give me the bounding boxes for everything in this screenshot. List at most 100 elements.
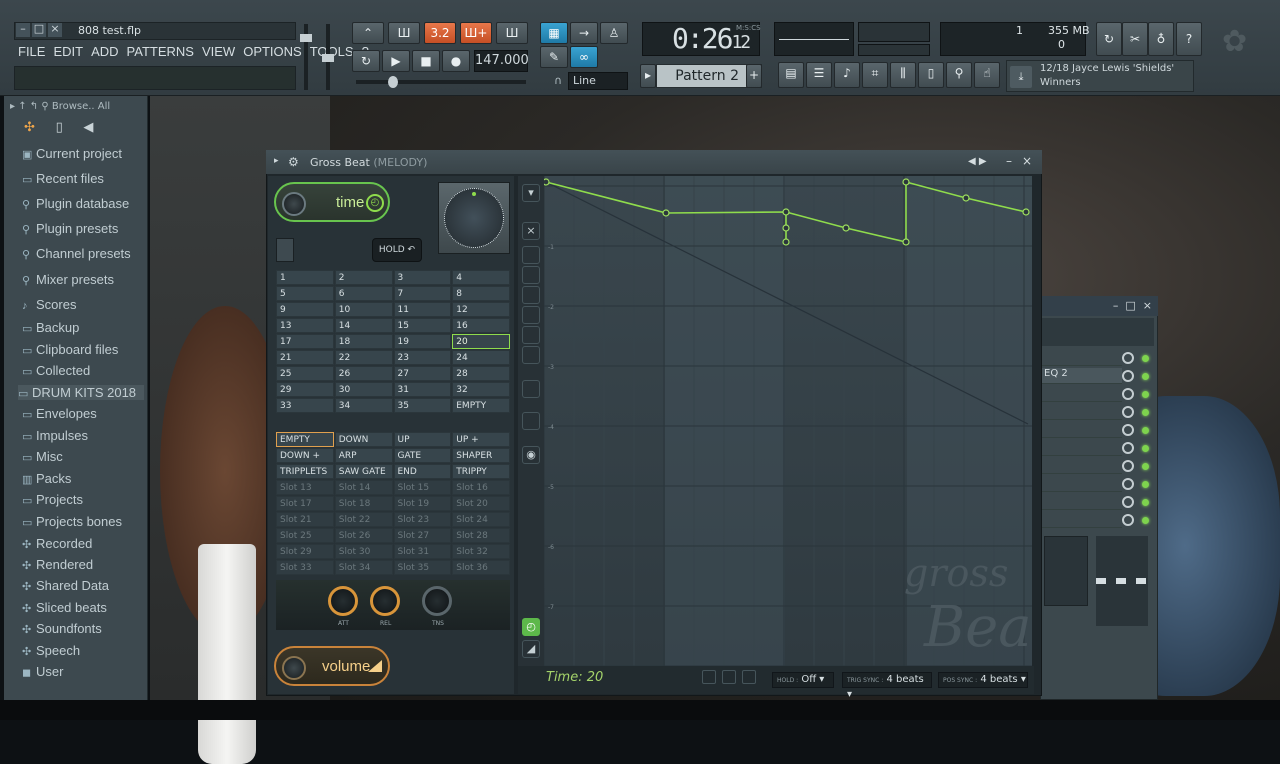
plugin-picker-icon[interactable]: ⚲ xyxy=(946,62,972,88)
volume-preset-slot[interactable]: Slot 14 xyxy=(334,480,393,495)
time-preset-slot[interactable]: EMPTY xyxy=(452,398,510,413)
time-preset-slot[interactable]: 4 xyxy=(452,270,510,285)
time-preset-slot[interactable]: 28 xyxy=(452,366,510,381)
mixer-slot-led[interactable] xyxy=(1142,409,1149,416)
mixer-slot[interactable] xyxy=(1042,512,1122,528)
volume-mix-knob[interactable] xyxy=(282,656,306,680)
browser-item[interactable]: ✣ Shared Data xyxy=(22,578,109,593)
time-preset-slot[interactable]: 30 xyxy=(334,382,393,397)
mixer-slot-knob[interactable] xyxy=(1122,460,1134,472)
time-preset-slot[interactable]: 26 xyxy=(334,366,393,381)
volume-preset-slot[interactable]: Slot 32 xyxy=(452,544,510,559)
mixer-slot[interactable] xyxy=(1042,476,1122,492)
mixer-slot-1[interactable] xyxy=(1042,350,1122,366)
browser-item[interactable]: ⚲ Plugin database xyxy=(22,196,129,211)
play-icon[interactable]: ▶ xyxy=(382,50,410,72)
browser-item[interactable]: ✣ Soundfonts xyxy=(22,621,102,636)
volume-preset-slot[interactable]: Slot 30 xyxy=(334,544,393,559)
mixer-slot-knob[interactable] xyxy=(1122,388,1134,400)
volume-preset-slot[interactable]: Slot 22 xyxy=(334,512,393,527)
browser-item[interactable]: ⚲ Channel presets xyxy=(22,246,131,261)
maximize-icon[interactable]: □ xyxy=(32,23,46,37)
song-mode-icon[interactable]: ↻ xyxy=(352,50,380,72)
browser-tab-file-icon[interactable]: ▯ xyxy=(56,120,63,135)
volume-preset-slot[interactable]: TRIPPLETS xyxy=(276,464,334,479)
tool-5-icon[interactable] xyxy=(522,326,540,344)
browser-item[interactable]: ▭ Projects bones xyxy=(22,514,122,529)
mixer-slot-knob[interactable] xyxy=(1122,370,1134,382)
time-preset-slot[interactable]: 17 xyxy=(276,334,334,349)
mixer-slot[interactable] xyxy=(1042,458,1122,474)
browser-item[interactable]: ◼ User xyxy=(22,664,63,679)
volume-preset-slot[interactable]: Slot 33 xyxy=(276,560,334,575)
time-preset-slot[interactable]: 33 xyxy=(276,398,334,413)
time-preset-slot[interactable]: 7 xyxy=(393,286,452,301)
volume-preset-slot[interactable]: UP xyxy=(393,432,452,447)
mic-icon[interactable]: ♁ xyxy=(1148,22,1174,56)
browser-item[interactable]: ✣ Sliced beats xyxy=(22,600,107,615)
channel-rack-icon[interactable]: ☰ xyxy=(806,62,832,88)
tool-6-icon[interactable] xyxy=(522,346,540,364)
volume-preset-slot[interactable]: Slot 36 xyxy=(452,560,510,575)
touch-icon[interactable]: ☝ xyxy=(974,62,1000,88)
preset-nav-icon[interactable]: ◀ ▶ xyxy=(968,156,987,167)
stop-icon[interactable]: ■ xyxy=(412,50,440,72)
time-preset-slot[interactable]: 23 xyxy=(393,350,452,365)
volume-preset-slot[interactable]: Slot 20 xyxy=(452,496,510,511)
time-preset-slot[interactable]: 14 xyxy=(334,318,393,333)
time-preset-slot[interactable]: 25 xyxy=(276,366,334,381)
time-preset-slot[interactable]: 13 xyxy=(276,318,334,333)
mixer-slot[interactable] xyxy=(1042,440,1122,456)
volume-preset-slot[interactable]: DOWN + xyxy=(276,448,334,463)
time-dial[interactable] xyxy=(444,188,504,248)
envelope-point[interactable] xyxy=(902,238,910,246)
menu-options[interactable]: OPTIONS xyxy=(243,44,302,59)
envelope-editor[interactable]: -1 -2 -3 -4 -5 -6 -7 gross Beat xyxy=(544,176,1032,666)
typing-keyboard-icon[interactable]: ▦ xyxy=(540,22,568,44)
mixer-slot-knob[interactable] xyxy=(1122,442,1134,454)
mixer-icon[interactable]: ⫼ xyxy=(890,62,916,88)
pattern-prev-icon[interactable]: ▸ xyxy=(640,64,656,88)
tool-4-icon[interactable] xyxy=(522,306,540,324)
volume-preset-slot[interactable]: Slot 29 xyxy=(276,544,334,559)
magnet-icon[interactable]: ∩ xyxy=(554,74,562,87)
browser-item[interactable]: ▣ Current project xyxy=(22,146,122,161)
volume-preset-slot[interactable]: UP + xyxy=(452,432,510,447)
mixer-slot[interactable] xyxy=(1042,422,1122,438)
tension-knob[interactable] xyxy=(422,586,452,616)
volume-preset-slot[interactable]: Slot 31 xyxy=(393,544,452,559)
close-icon[interactable]: × xyxy=(48,23,62,37)
volume-preset-slot[interactable]: Slot 19 xyxy=(393,496,452,511)
hold-select[interactable]: HOLD : Off ▾ xyxy=(772,672,834,688)
browser-item[interactable]: ✣ Speech xyxy=(22,643,80,658)
mixer-slot-led[interactable] xyxy=(1142,355,1149,362)
time-preset-slot[interactable]: 15 xyxy=(393,318,452,333)
time-preset-slot[interactable]: 5 xyxy=(276,286,334,301)
envelope-point[interactable] xyxy=(782,238,790,246)
envelope-point[interactable] xyxy=(544,178,550,186)
footer-option-1[interactable] xyxy=(702,670,716,684)
tool-1-icon[interactable] xyxy=(522,246,540,264)
browser-item[interactable]: ▭ Envelopes xyxy=(22,406,97,421)
time-preset-slot[interactable]: 21 xyxy=(276,350,334,365)
pos-sync-select[interactable]: POS SYNC : 4 beats ▾ xyxy=(938,672,1028,688)
time-preset-slot[interactable]: 2 xyxy=(334,270,393,285)
minimize-icon[interactable]: – xyxy=(16,23,30,37)
undo-icon[interactable]: ↻ xyxy=(1096,22,1122,56)
time-preset-slot[interactable]: 11 xyxy=(393,302,452,317)
menu-view[interactable]: VIEW xyxy=(202,44,235,59)
tool-2-icon[interactable] xyxy=(522,266,540,284)
mixer-slot-led[interactable] xyxy=(1142,427,1149,434)
envelope-point[interactable] xyxy=(662,209,670,217)
release-knob[interactable] xyxy=(370,586,400,616)
mixer-slot-led[interactable] xyxy=(1142,517,1149,524)
volume-preset-slot[interactable]: EMPTY xyxy=(276,432,334,447)
time-preset-slot[interactable]: 12 xyxy=(452,302,510,317)
mixer-slot-knob[interactable] xyxy=(1122,478,1134,490)
footer-option-2[interactable] xyxy=(722,670,736,684)
time-preset-slot[interactable]: 29 xyxy=(276,382,334,397)
browser-header-label[interactable]: Browse.. All xyxy=(52,101,110,112)
clock-icon[interactable]: ◴ xyxy=(366,194,384,212)
trig-sync-select[interactable]: TRIG SYNC : 4 beats ▾ xyxy=(842,672,932,700)
browser-item[interactable]: ✣ Recorded xyxy=(22,536,92,551)
